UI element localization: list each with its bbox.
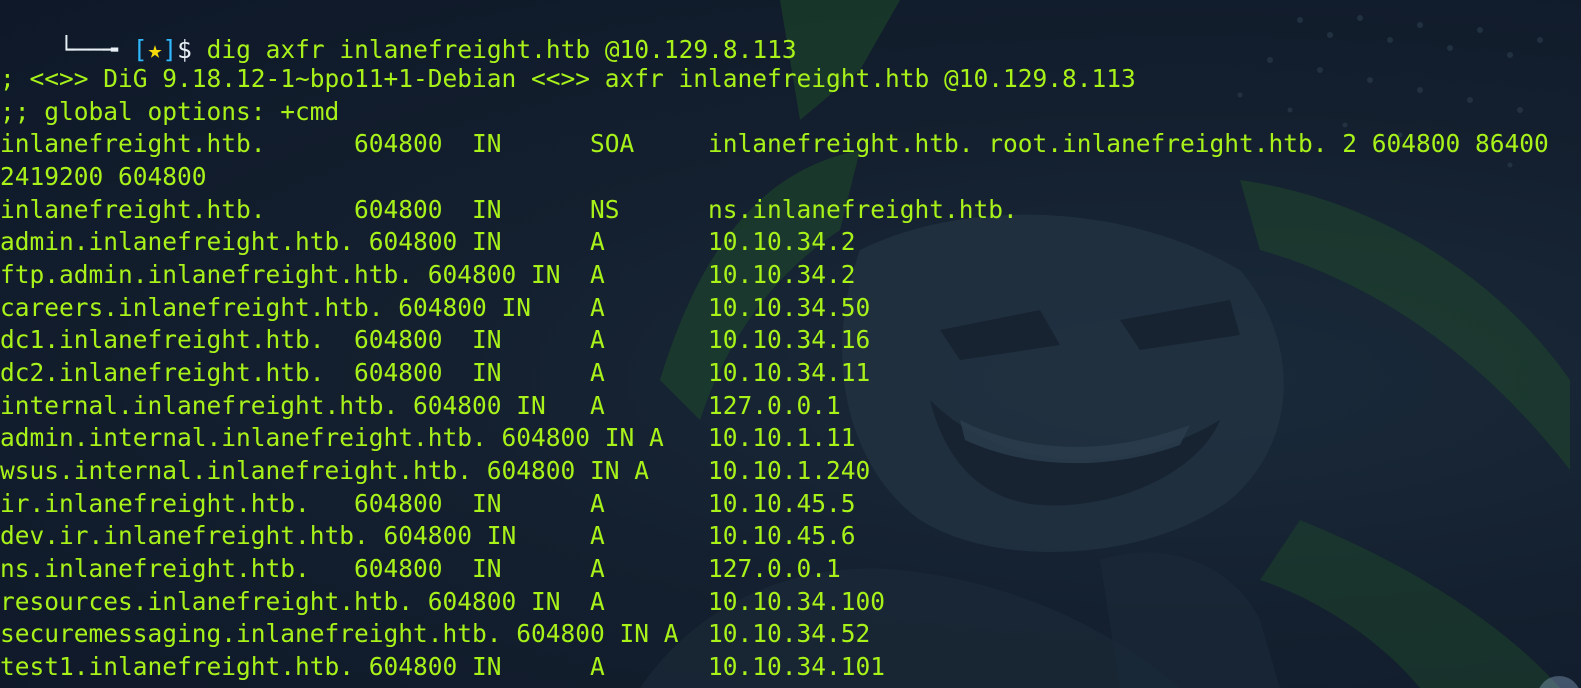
output-line: 2419200 604800: [0, 162, 207, 191]
output-line: ; <<>> DiG 9.18.12-1~bpo11+1-Debian <<>>…: [0, 64, 1136, 93]
command-prompt-line[interactable]: └──╼ [★]$ dig axfr inlanefreight.htb @10…: [0, 0, 797, 64]
prompt-open-bracket: [: [132, 35, 148, 64]
output-line: inlanefreight.htb. 604800 IN SOA inlanef…: [0, 129, 1549, 158]
output-line: securemessaging.inlanefreight.htb. 60480…: [0, 619, 871, 648]
scroll-indicator[interactable]: [1537, 676, 1581, 688]
output-line: dev.ir.inlanefreight.htb. 604800 IN A 10…: [0, 521, 856, 550]
star-icon: ★: [147, 35, 163, 64]
output-line: ;; global options: +cmd: [0, 97, 340, 126]
output-line: ns.inlanefreight.htb. 604800 IN A 127.0.…: [0, 554, 841, 583]
prompt-corner: └──╼: [59, 35, 119, 64]
output-line: admin.inlanefreight.htb. 604800 IN A 10.…: [0, 227, 856, 256]
output-line: wsus.internal.inlanefreight.htb. 604800 …: [0, 456, 871, 485]
prompt-sigil: $: [177, 35, 192, 64]
output-line: dc2.inlanefreight.htb. 604800 IN A 10.10…: [0, 358, 871, 387]
output-line: careers.inlanefreight.htb. 604800 IN A 1…: [0, 293, 871, 322]
output-line: admin.internal.inlanefreight.htb. 604800…: [0, 423, 856, 452]
output-line: internal.inlanefreight.htb. 604800 IN A …: [0, 391, 841, 420]
output-line: inlanefreight.htb. 604800 IN NS ns.inlan…: [0, 195, 1018, 224]
output-line: dc1.inlanefreight.htb. 604800 IN A 10.10…: [0, 325, 871, 354]
output-line: ir.inlanefreight.htb. 604800 IN A 10.10.…: [0, 489, 856, 518]
prompt-close-bracket: ]: [162, 35, 178, 64]
output-line: ftp.admin.inlanefreight.htb. 604800 IN A…: [0, 260, 856, 289]
command-text: dig axfr inlanefreight.htb @10.129.8.113: [206, 35, 797, 64]
output-line: resources.inlanefreight.htb. 604800 IN A…: [0, 587, 886, 616]
terminal-window[interactable]: └──╼ [★]$ dig axfr inlanefreight.htb @10…: [0, 0, 1581, 688]
output-line: test1.inlanefreight.htb. 604800 IN A 10.…: [0, 652, 886, 681]
